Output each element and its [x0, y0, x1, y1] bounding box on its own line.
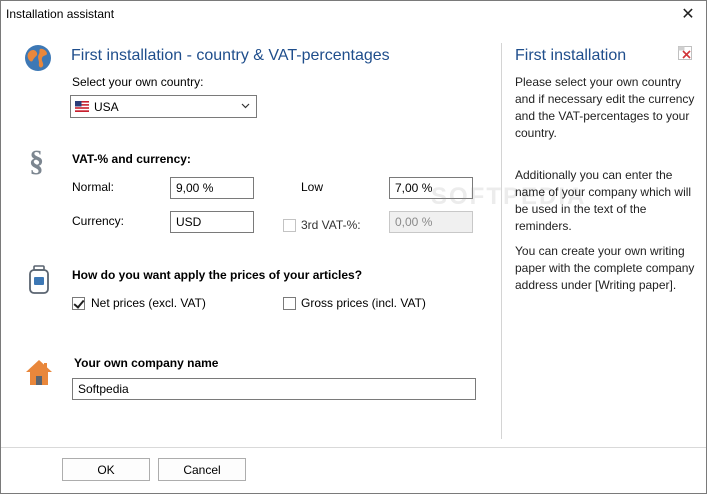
currency-input[interactable]: USD	[170, 211, 254, 233]
company-heading: Your own company name	[74, 356, 219, 370]
window-title: Installation assistant	[6, 7, 115, 21]
panel-divider	[501, 43, 502, 439]
vat-heading: VAT-% and currency:	[72, 152, 191, 166]
house-icon	[26, 360, 52, 385]
prices-heading: How do you want apply the prices of your…	[72, 268, 363, 282]
help-paragraph-1: Please select your own country and if ne…	[515, 75, 695, 140]
us-flag-icon	[75, 101, 89, 112]
country-select[interactable]: USA	[70, 95, 257, 118]
normal-vat-input[interactable]: 9,00 %	[170, 177, 254, 199]
jar-icon	[29, 265, 49, 294]
country-select-value: USA	[94, 100, 119, 114]
gross-prices-label: Gross prices (incl. VAT)	[301, 296, 426, 310]
help-paragraph-3: You can create your own writing paper wi…	[515, 244, 695, 292]
low-vat-label: Low	[301, 180, 324, 194]
currency-label: Currency:	[72, 214, 125, 228]
title-bar: Installation assistant ✕	[1, 1, 706, 27]
gross-prices-checkbox[interactable]	[283, 297, 296, 310]
installation-dialog: Installation assistant ✕ First installat…	[0, 0, 707, 494]
company-name-input[interactable]: Softpedia	[72, 378, 476, 400]
third-vat-label: 3rd VAT-%:	[301, 218, 361, 232]
globe-icon	[25, 45, 51, 71]
footer-divider	[1, 447, 706, 448]
country-heading: First installation - country & VAT-perce…	[71, 47, 390, 64]
country-select-label: Select your own country:	[72, 75, 204, 89]
paragraph-sign-icon: §	[29, 145, 44, 178]
help-title: First installation	[515, 47, 627, 64]
cancel-button[interactable]: Cancel	[158, 458, 246, 481]
help-paragraph-2: Additionally you can enter the name of y…	[515, 168, 692, 233]
normal-vat-label: Normal:	[72, 180, 115, 194]
net-prices-label: Net prices (excl. VAT)	[91, 296, 206, 310]
close-button[interactable]: ✕	[670, 1, 706, 27]
chevron-down-icon	[241, 103, 250, 109]
third-vat-input[interactable]: 0,00 %	[389, 211, 473, 233]
ok-button[interactable]: OK	[62, 458, 150, 481]
net-prices-checkbox[interactable]	[72, 297, 85, 310]
third-vat-checkbox[interactable]	[283, 219, 296, 232]
close-help-icon[interactable]	[678, 46, 692, 60]
